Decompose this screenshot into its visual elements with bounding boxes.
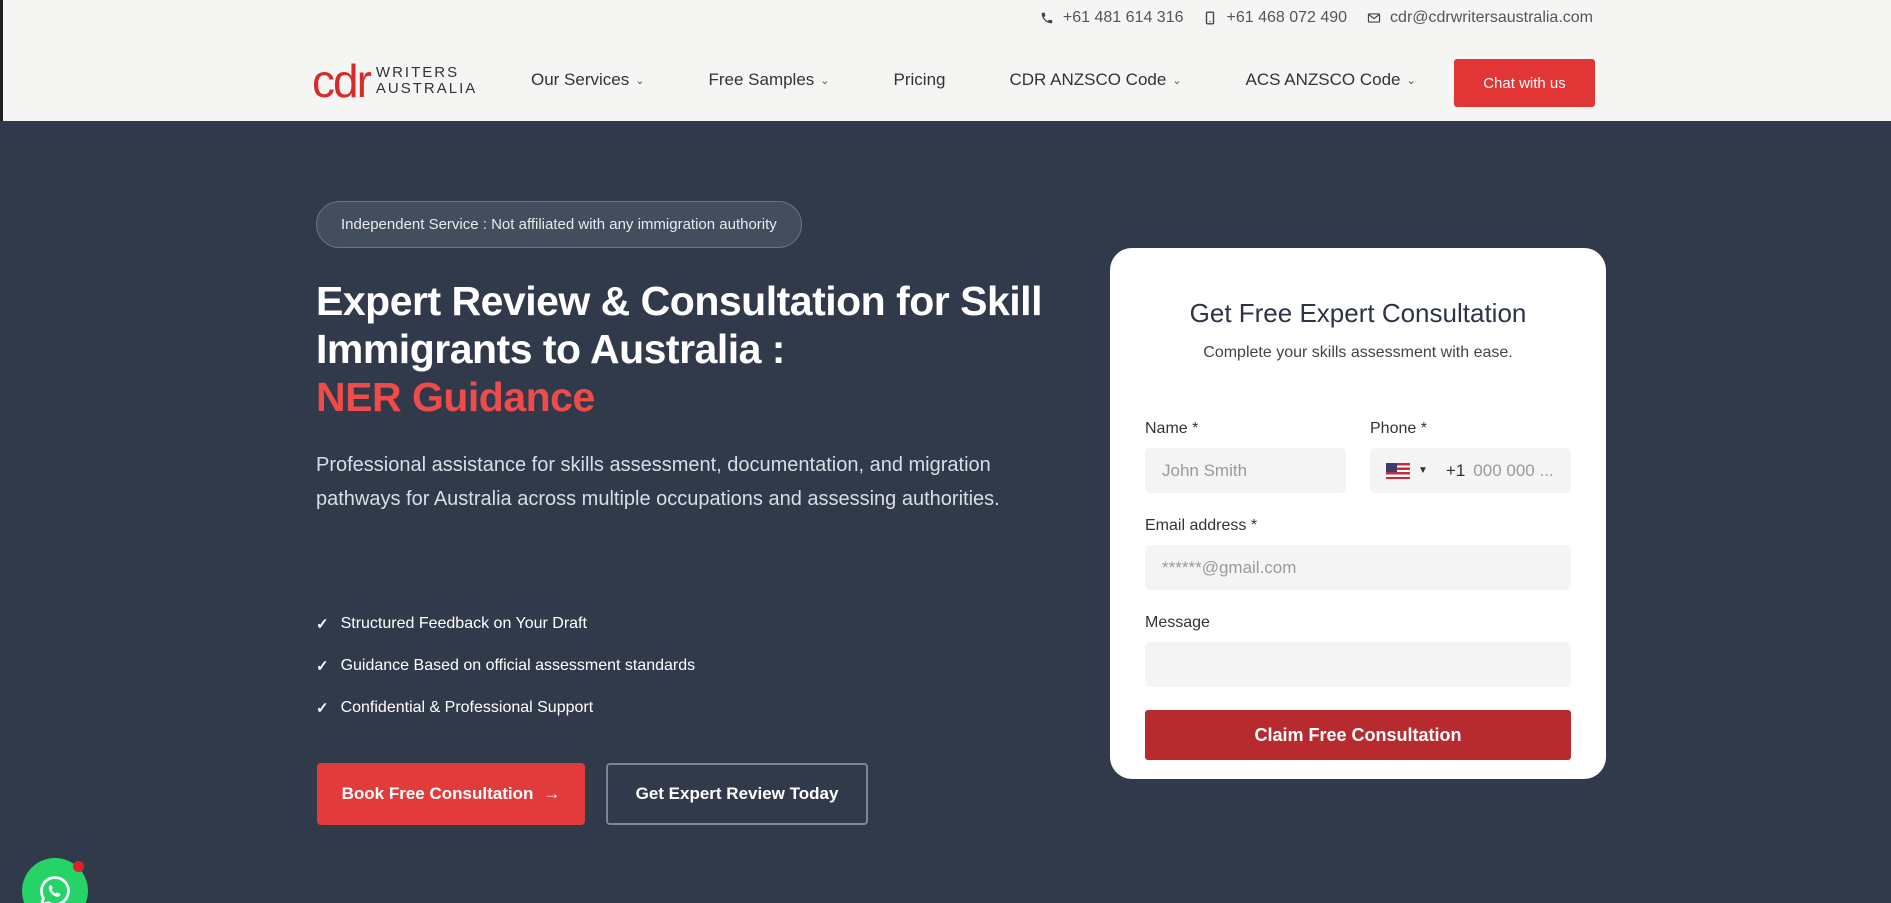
nav-label: Free Samples: [708, 70, 815, 89]
list-item: ✓ Guidance Based on official assessment …: [316, 645, 695, 687]
phone-number-2: +61 468 072 490: [1226, 9, 1348, 26]
nav-label: Our Services: [531, 70, 630, 89]
email-label: Email address *: [1145, 517, 1258, 534]
contact-bar: +61 481 614 316 +61 468 072 490 cdr@cdrw…: [1040, 9, 1593, 27]
phone-label: Phone *: [1370, 420, 1427, 437]
form-title: Get Free Expert Consultation: [1189, 298, 1527, 328]
chevron-down-icon: ⌄: [635, 74, 645, 87]
chat-with-us-button[interactable]: Chat with us: [1454, 59, 1595, 107]
chevron-down-icon: ⌄: [1172, 74, 1182, 87]
phone-placeholder: 000 000 ...: [1473, 460, 1554, 480]
arrow-right-icon: →: [543, 784, 561, 803]
chevron-down-icon: ⌄: [820, 74, 830, 87]
feature-list: ✓ Structured Feedback on Your Draft ✓ Gu…: [316, 603, 695, 729]
chevron-down-icon: ⌄: [1406, 74, 1416, 87]
checkmark-icon: ✓: [316, 616, 329, 633]
hero-title-line-2: Immigrants to Australia :: [316, 326, 785, 372]
hero-title-accent: NER Guidance: [316, 374, 595, 420]
name-label: Name *: [1145, 420, 1199, 437]
us-flag-icon[interactable]: [1386, 462, 1410, 479]
message-label: Message: [1145, 614, 1210, 631]
button-label: Book Free Consultation: [341, 784, 534, 803]
list-item: ✓ Confidential & Professional Support: [316, 687, 695, 729]
consultation-form-card: Get Free Expert Consultation Complete yo…: [1110, 248, 1606, 779]
nav-label: ACS ANZSCO Code: [1245, 70, 1401, 89]
main-nav: Our Services ⌄ Free Samples ⌄ Pricing CD…: [531, 70, 1480, 90]
notification-dot: [73, 861, 84, 872]
mobile-icon: [1206, 11, 1215, 25]
caret-down-icon[interactable]: ▼: [1418, 465, 1428, 476]
nav-item-acs-anzsco-code[interactable]: ACS ANZSCO Code ⌄: [1246, 70, 1416, 90]
site-logo[interactable]: cdr WRITERS AUSTRALIA: [312, 58, 477, 104]
message-textarea[interactable]: [1145, 642, 1571, 687]
book-free-consultation-button[interactable]: Book Free Consultation →: [317, 763, 585, 825]
phone-input[interactable]: ▼ +1 000 000 ...: [1370, 448, 1571, 493]
name-input[interactable]: John Smith: [1145, 448, 1346, 493]
checkmark-icon: ✓: [316, 700, 329, 717]
nav-item-pricing[interactable]: Pricing: [894, 70, 946, 90]
independent-service-badge: Independent Service : Not affiliated wit…: [316, 201, 802, 248]
logo-wordmark: WRITERS AUSTRALIA: [376, 65, 477, 97]
checkmark-icon: ✓: [316, 658, 329, 675]
logo-mark: cdr: [312, 55, 372, 107]
nav-item-our-services[interactable]: Our Services ⌄: [531, 70, 644, 90]
claim-free-consultation-button[interactable]: Claim Free Consultation: [1145, 710, 1571, 760]
feature-text: Structured Feedback on Your Draft: [340, 615, 587, 632]
phone-contact-2[interactable]: +61 468 072 490: [1203, 9, 1347, 27]
list-item: ✓ Structured Feedback on Your Draft: [316, 603, 695, 645]
envelope-icon: [1367, 13, 1381, 23]
nav-item-cdr-anzsco-code[interactable]: CDR ANZSCO Code ⌄: [1009, 70, 1181, 90]
email-field[interactable]: ******@gmail.com: [1145, 545, 1571, 590]
email-contact[interactable]: cdr@cdrwritersaustralia.com: [1367, 9, 1593, 27]
nav-label: CDR ANZSCO Code: [1009, 70, 1167, 89]
hero-title-line-1: Expert Review & Consultation for Skill: [316, 278, 1042, 324]
nav-item-free-samples[interactable]: Free Samples ⌄: [708, 70, 829, 90]
hero-subtitle: Professional assistance for skills asses…: [316, 454, 1000, 510]
phone-contact-1[interactable]: +61 481 614 316: [1040, 9, 1184, 27]
get-expert-review-button[interactable]: Get Expert Review Today: [606, 763, 868, 825]
logo-line-1: WRITERS: [375, 64, 460, 82]
email-address: cdr@cdrwritersaustralia.com: [1390, 9, 1593, 26]
feature-text: Confidential & Professional Support: [340, 699, 594, 716]
phone-number-1: +61 481 614 316: [1062, 9, 1184, 26]
form-subtitle: Complete your skills assessment with eas…: [1203, 344, 1513, 361]
feature-text: Guidance Based on official assessment st…: [340, 657, 696, 674]
site-header: +61 481 614 316 +61 468 072 490 cdr@cdrw…: [0, 0, 1891, 121]
hero-title: Expert Review & Consultation for Skill I…: [316, 277, 1056, 421]
phone-icon: [1041, 12, 1053, 24]
phone-country-code: +1: [1445, 460, 1466, 480]
logo-line-2: AUSTRALIA: [375, 80, 478, 97]
whatsapp-icon: [40, 876, 70, 903]
nav-label: Pricing: [893, 70, 946, 89]
